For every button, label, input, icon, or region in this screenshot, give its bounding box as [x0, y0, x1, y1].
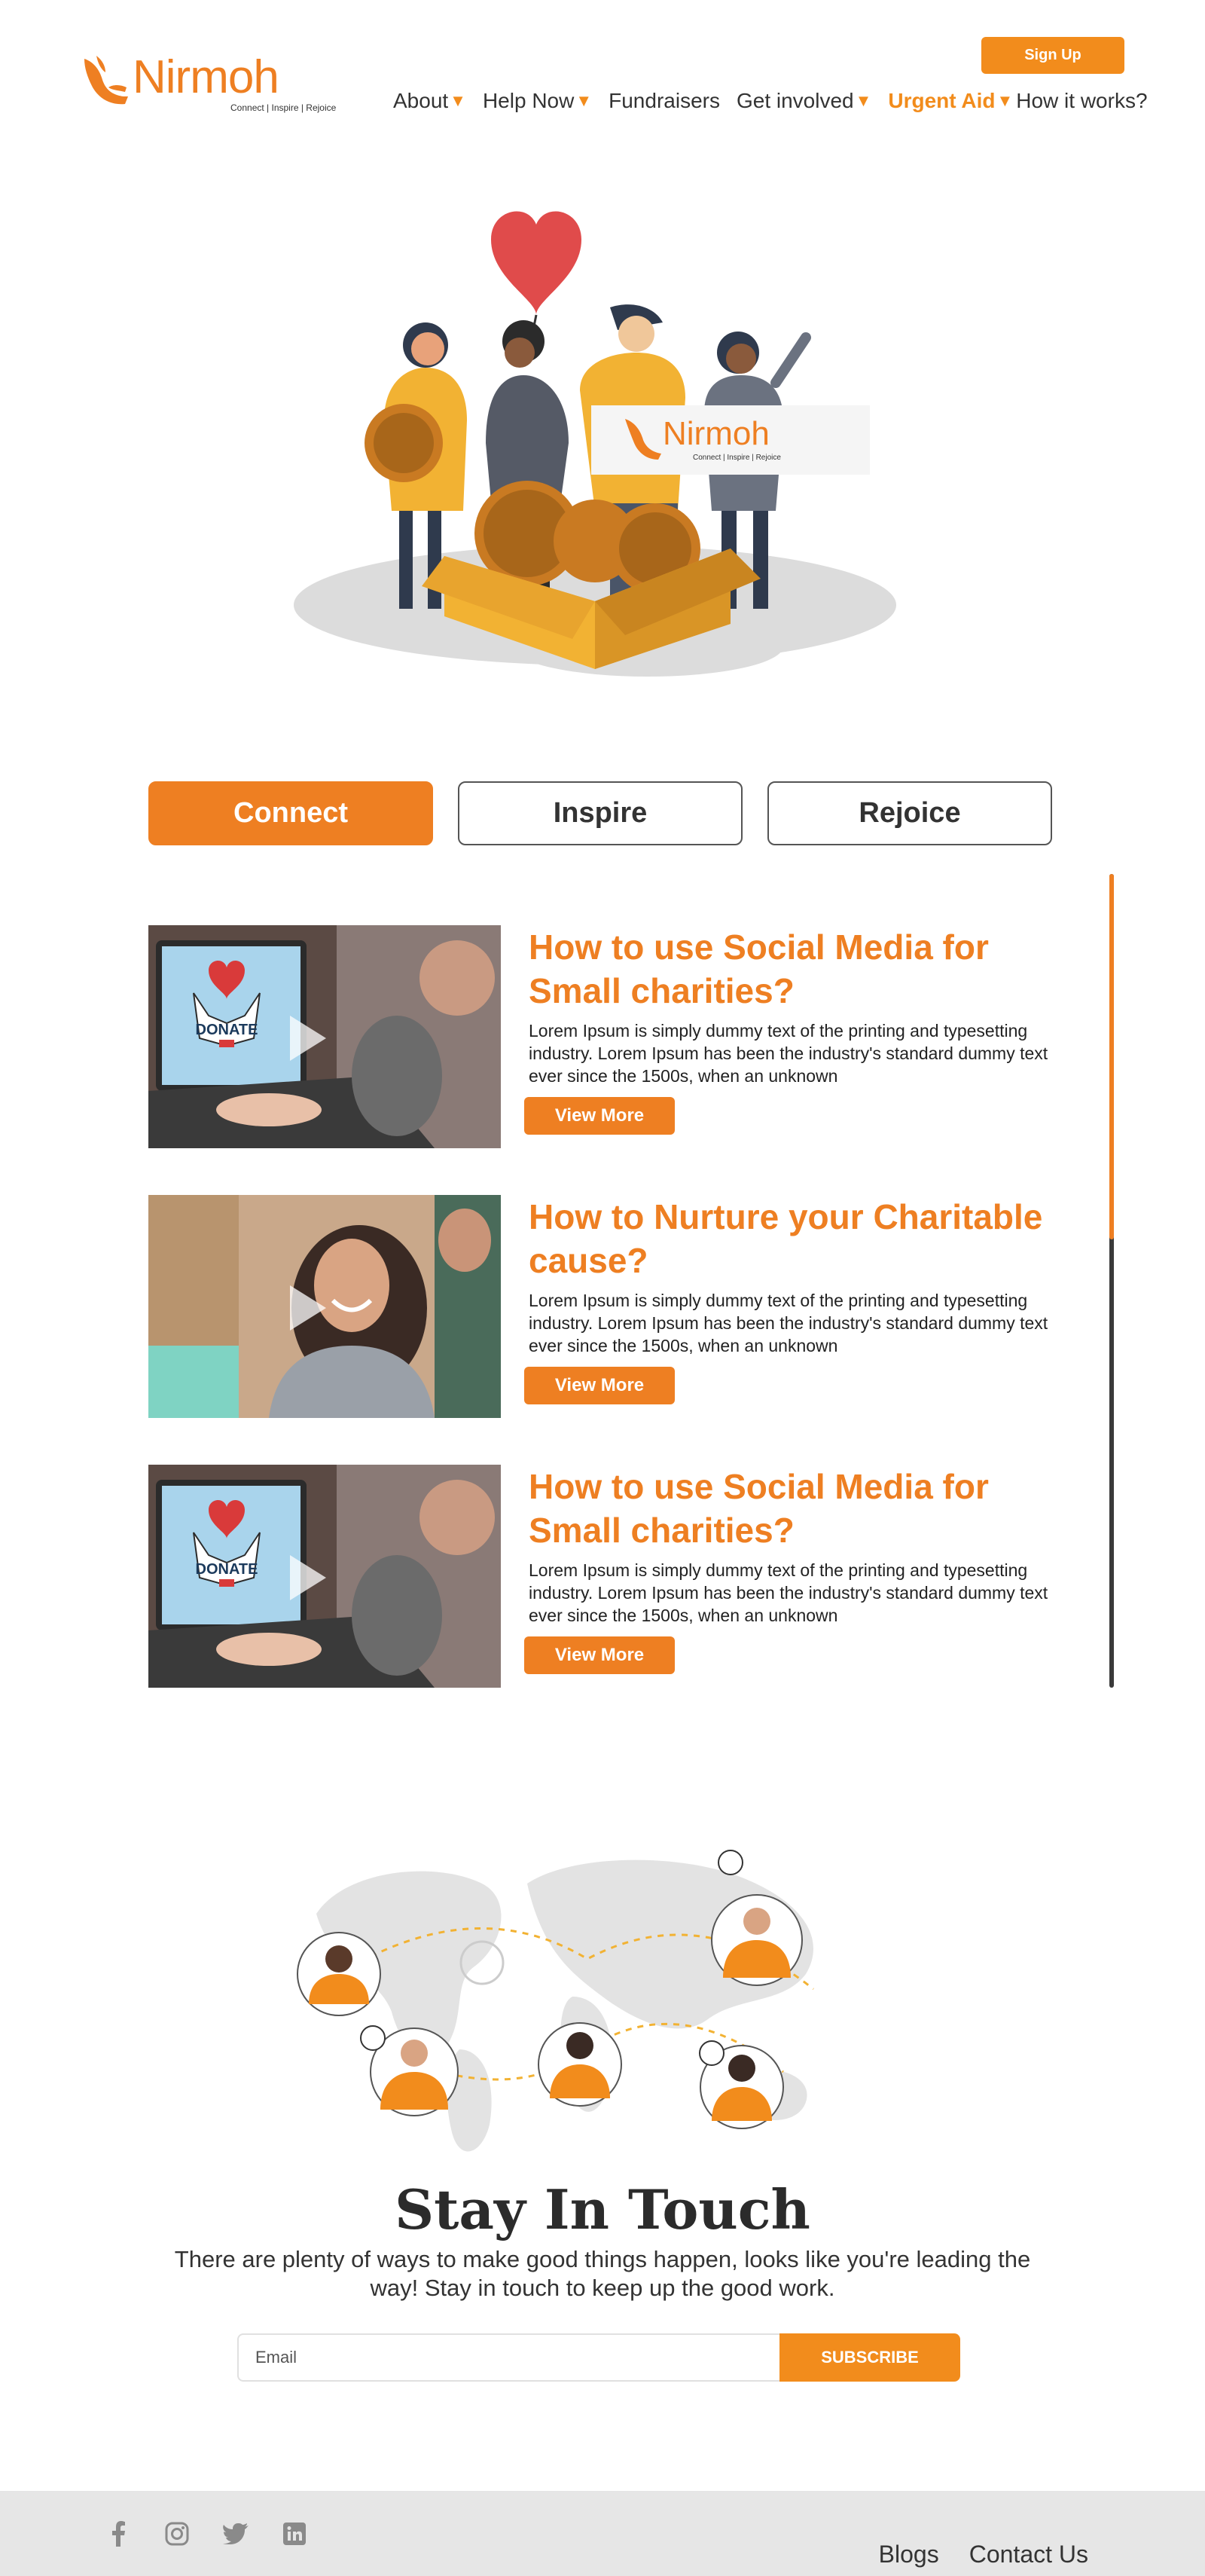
article-card: DONATE How to use Social Media for Small…: [148, 1465, 1082, 1688]
article-card: How to Nurture your Charitable cause? Lo…: [148, 1195, 1082, 1418]
article-video-thumbnail[interactable]: DONATE: [148, 925, 501, 1148]
footer-link-blogs[interactable]: Blogs: [879, 2541, 939, 2568]
email-field[interactable]: [237, 2333, 779, 2382]
footer-link-contact-us[interactable]: Contact Us: [969, 2541, 1088, 2568]
nav-item-how-it-works[interactable]: How it works?: [1016, 89, 1147, 113]
caret-down-icon: ▼: [855, 91, 872, 110]
nav-item-label: Fundraisers: [609, 89, 720, 112]
donate-label: DONATE: [196, 1561, 258, 1578]
brand-tagline: Connect | Inspire | Rejoice: [230, 102, 337, 113]
donate-laptop-image: DONATE: [148, 925, 501, 1148]
article-title[interactable]: How to use Social Media for Small charit…: [529, 925, 1071, 1013]
smiling-woman-image: [148, 1195, 501, 1418]
nav-item-label: Urgent Aid: [888, 89, 996, 112]
nav-item-about[interactable]: About ▼: [393, 89, 466, 113]
category-tabs: Connect Inspire Rejoice: [148, 781, 1052, 845]
stay-in-touch-title: Stay In Touch: [395, 2177, 810, 2241]
donate-label: DONATE: [196, 1022, 258, 1038]
social-links: [105, 2521, 307, 2547]
tab-rejoice[interactable]: Rejoice: [767, 781, 1052, 845]
article-title[interactable]: How to use Social Media for Small charit…: [529, 1465, 1071, 1552]
world-map-illustration: [297, 1850, 814, 2152]
article-list: DONATE How to use Social Media for Small…: [148, 925, 1082, 1734]
hero-sign-tagline: Connect | Inspire | Rejoice: [693, 454, 781, 462]
hero-sign-text: Nirmoh: [663, 415, 770, 452]
article-description: Lorem Ipsum is simply dummy text of the …: [529, 1021, 1048, 1086]
brand-logo[interactable]: Nirmoh Connect | Inspire | Rejoice: [80, 54, 336, 113]
article-video-thumbnail[interactable]: [148, 1195, 501, 1418]
hand-heart-logo-icon: [84, 56, 128, 105]
newsletter-form: SUBSCRIBE: [237, 2333, 960, 2382]
scrollbar-thumb[interactable]: [1109, 874, 1114, 1239]
article-description: Lorem Ipsum is simply dummy text of the …: [529, 1560, 1048, 1625]
nav-item-get-involved[interactable]: Get involved ▼: [737, 89, 871, 113]
site-header: Nirmoh Connect | Inspire | Rejoice Sign …: [0, 0, 1205, 136]
site-footer: Blogs Contact Us: [0, 2491, 1205, 2576]
view-more-button[interactable]: View More: [524, 1636, 675, 1674]
main-nav: About ▼ Help Now ▼ Fundraisers Get involve…: [393, 89, 1148, 113]
nav-item-help-now[interactable]: Help Now ▼: [483, 89, 592, 113]
nav-item-label: How it works?: [1016, 89, 1148, 112]
caret-down-icon: ▼: [996, 91, 1014, 110]
donate-laptop-image: DONATE: [148, 1465, 501, 1688]
view-more-button[interactable]: View More: [524, 1097, 675, 1135]
caret-down-icon: ▼: [575, 91, 593, 110]
tab-connect[interactable]: Connect: [148, 781, 433, 845]
subscribe-button[interactable]: SUBSCRIBE: [779, 2333, 960, 2382]
caret-down-icon: ▼: [450, 91, 466, 110]
hero-illustration: Nirmoh Connect | Inspire | Rejoice: [294, 211, 896, 677]
article-card: DONATE How to use Social Media for Small…: [148, 925, 1082, 1148]
nav-item-fundraisers[interactable]: Fundraisers: [609, 89, 720, 113]
article-list-scrollbar[interactable]: [1109, 874, 1114, 1688]
nav-item-label: About: [393, 89, 449, 112]
linkedin-icon[interactable]: [282, 2521, 307, 2547]
article-title[interactable]: How to Nurture your Charitable cause?: [529, 1195, 1071, 1282]
facebook-icon[interactable]: [105, 2521, 131, 2547]
nav-item-label: Get involved: [736, 89, 854, 112]
brand-name: Nirmoh: [133, 51, 279, 103]
tab-inspire[interactable]: Inspire: [458, 781, 743, 845]
instagram-icon[interactable]: [164, 2521, 190, 2547]
nav-item-urgent-aid[interactable]: Urgent Aid ▼: [888, 89, 1013, 113]
article-video-thumbnail[interactable]: DONATE: [148, 1465, 501, 1688]
view-more-button[interactable]: View More: [524, 1367, 675, 1404]
signup-button[interactable]: Sign Up: [981, 37, 1124, 74]
stay-in-touch-text: There are plenty of ways to make good th…: [174, 2246, 1031, 2301]
nav-item-label: Help Now: [482, 89, 575, 112]
twitter-icon[interactable]: [223, 2521, 249, 2547]
article-description: Lorem Ipsum is simply dummy text of the …: [529, 1291, 1048, 1355]
footer-links: Blogs Contact Us: [879, 2541, 1088, 2568]
